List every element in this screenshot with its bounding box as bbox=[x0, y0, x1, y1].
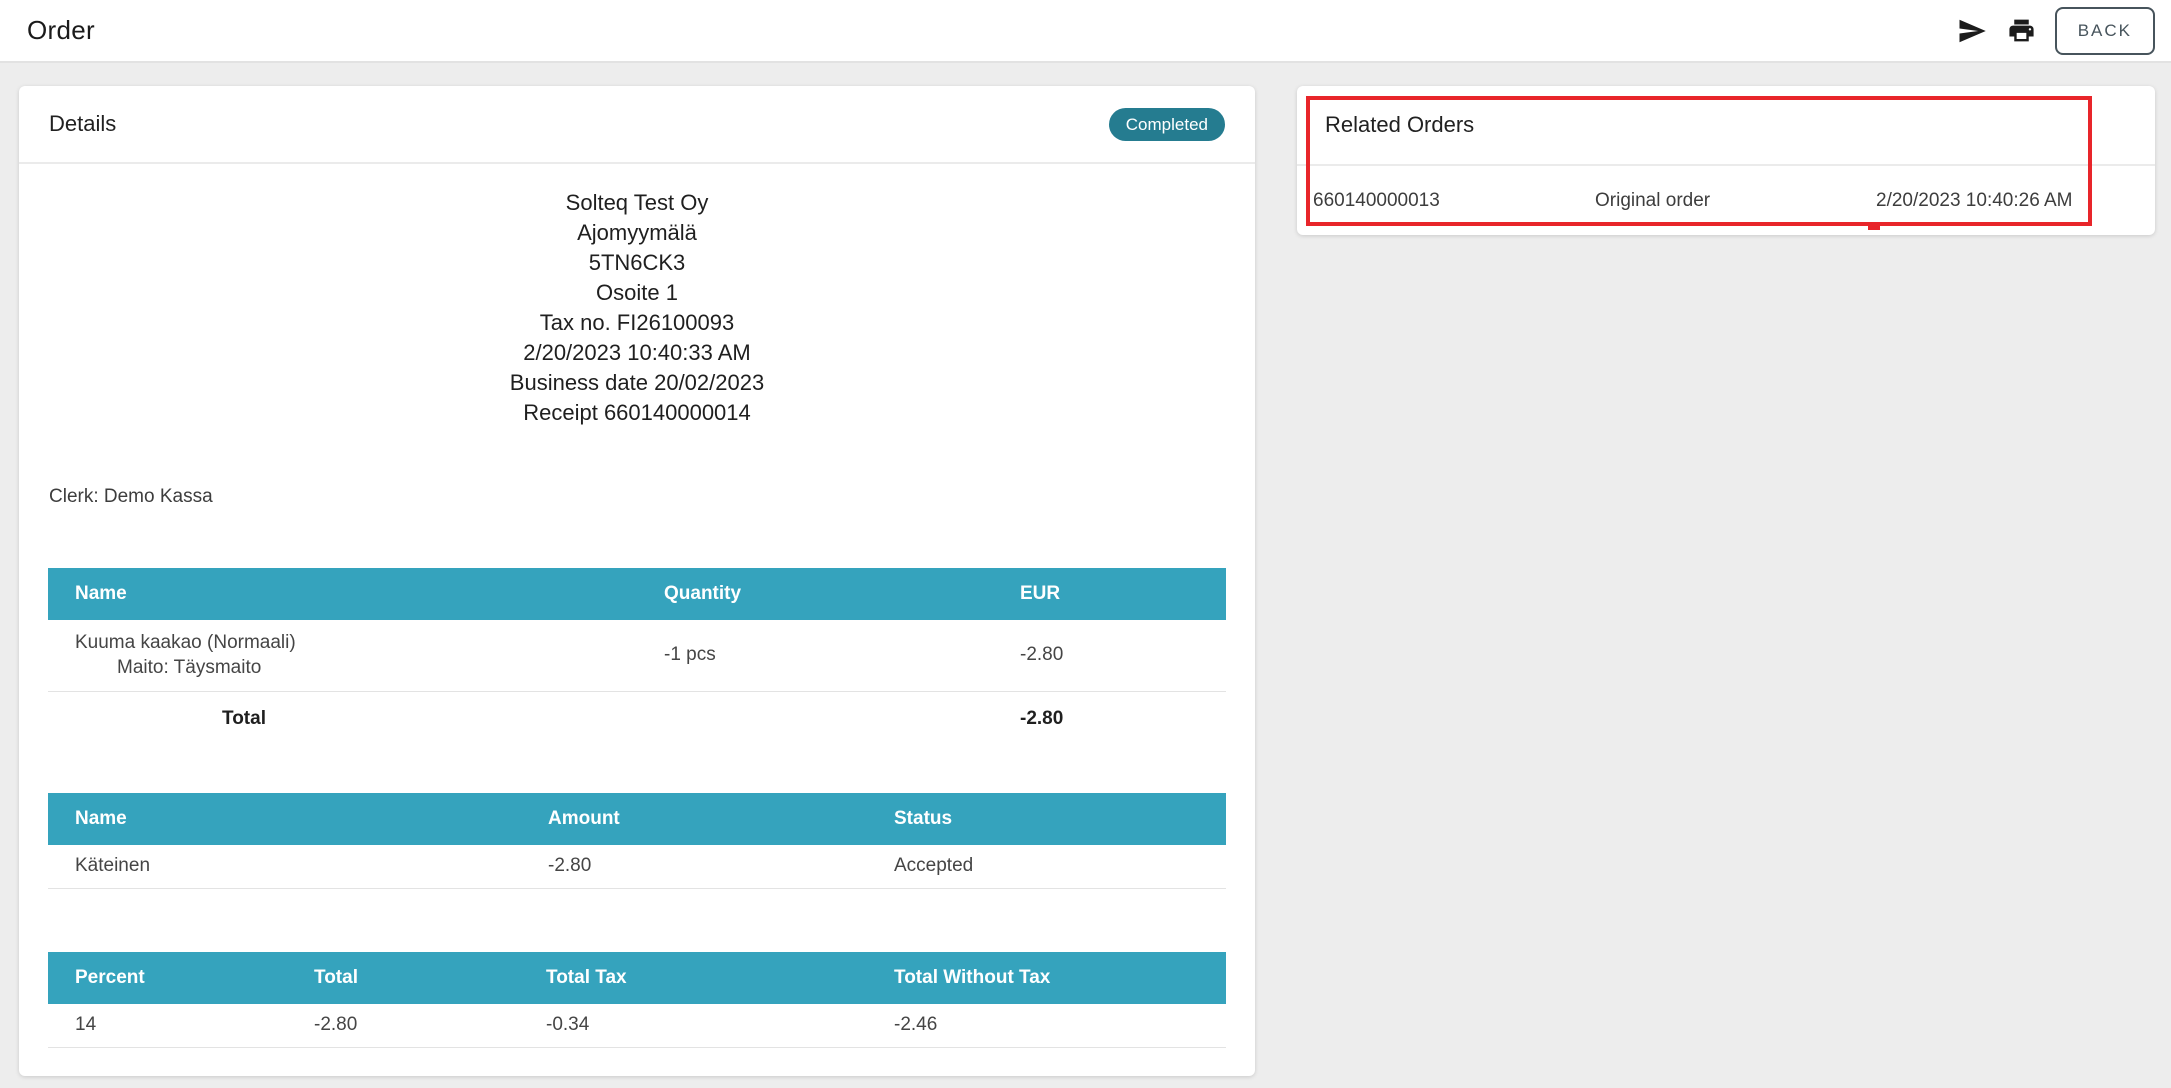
store-name: Solteq Test Oy bbox=[19, 188, 1255, 218]
related-orders-card: Related Orders 660140000013 Original ord… bbox=[1297, 86, 2155, 235]
related-order-type: Original order bbox=[1595, 190, 1876, 212]
items-total-label: Total bbox=[48, 691, 664, 747]
receipt-header-block: Solteq Test Oy Ajomyymälä 5TN6CK3 Osoite… bbox=[19, 188, 1255, 428]
order-details-card: Details Completed Solteq Test Oy Ajomyym… bbox=[19, 86, 1255, 1076]
item-name-cell: Kuuma kaakao (Normaali) Maito: Täysmaito bbox=[48, 620, 664, 691]
payments-table: Name Amount Status Käteinen -2.80 Accept… bbox=[48, 793, 1226, 889]
details-title: Details bbox=[49, 111, 116, 137]
top-bar: Order BACK bbox=[0, 0, 2171, 63]
payments-col-name: Name bbox=[48, 793, 548, 845]
payment-row: Käteinen -2.80 Accepted bbox=[48, 845, 1226, 888]
store-address: Osoite 1 bbox=[19, 278, 1255, 308]
store-code: 5TN6CK3 bbox=[19, 248, 1255, 278]
status-badge: Completed bbox=[1109, 108, 1225, 141]
clerk-line: Clerk: Demo Kassa bbox=[49, 486, 1255, 508]
items-col-name: Name bbox=[48, 568, 664, 620]
payments-table-header-row: Name Amount Status bbox=[48, 793, 1226, 845]
payment-name: Käteinen bbox=[48, 845, 548, 888]
tax-col-total-without-tax: Total Without Tax bbox=[894, 952, 1226, 1004]
item-modifier: Maito: Täysmaito bbox=[75, 655, 656, 680]
tax-col-percent: Percent bbox=[48, 952, 314, 1004]
related-order-row[interactable]: 660140000013 Original order 2/20/2023 10… bbox=[1297, 166, 2155, 235]
related-order-number: 660140000013 bbox=[1313, 190, 1595, 212]
item-eur: -2.80 bbox=[1020, 620, 1226, 691]
related-orders-header: Related Orders bbox=[1297, 86, 2155, 166]
related-orders-title: Related Orders bbox=[1325, 112, 1474, 138]
back-button[interactable]: BACK bbox=[2055, 7, 2155, 55]
topbar-actions: BACK bbox=[1955, 7, 2155, 55]
page-title: Order bbox=[27, 15, 95, 46]
printer-icon bbox=[2007, 16, 2036, 45]
tax-table-header-row: Percent Total Total Tax Total Without Ta… bbox=[48, 952, 1226, 1004]
items-col-eur: EUR bbox=[1020, 568, 1226, 620]
payments-col-amount: Amount bbox=[548, 793, 894, 845]
store-unit: Ajomyymälä bbox=[19, 218, 1255, 248]
item-name: Kuuma kaakao (Normaali) bbox=[75, 630, 656, 655]
tax-number: Tax no. FI26100093 bbox=[19, 308, 1255, 338]
related-order-timestamp: 2/20/2023 10:40:26 AM bbox=[1876, 190, 2155, 212]
receipt-number: Receipt 660140000014 bbox=[19, 398, 1255, 428]
tax-row: 14 -2.80 -0.34 -2.46 bbox=[48, 1004, 1226, 1048]
tax-total-without-tax: -2.46 bbox=[894, 1004, 1226, 1048]
item-quantity: -1 pcs bbox=[664, 620, 1020, 691]
items-table-header-row: Name Quantity EUR bbox=[48, 568, 1226, 620]
item-row: Kuuma kaakao (Normaali) Maito: Täysmaito… bbox=[48, 620, 1226, 691]
payments-col-status: Status bbox=[894, 793, 1226, 845]
items-total-row: Total -2.80 bbox=[48, 691, 1226, 747]
tax-col-total-tax: Total Tax bbox=[546, 952, 894, 1004]
items-col-quantity: Quantity bbox=[664, 568, 1020, 620]
tax-total-tax: -0.34 bbox=[546, 1004, 894, 1048]
details-card-header: Details Completed bbox=[19, 86, 1255, 164]
tax-col-total: Total bbox=[314, 952, 546, 1004]
main-content: Details Completed Solteq Test Oy Ajomyym… bbox=[0, 63, 2171, 1076]
tax-percent: 14 bbox=[48, 1004, 314, 1048]
tax-total: -2.80 bbox=[314, 1004, 546, 1048]
business-date: Business date 20/02/2023 bbox=[19, 368, 1255, 398]
items-total-value: -2.80 bbox=[1020, 691, 1226, 747]
print-button[interactable] bbox=[2005, 14, 2039, 48]
order-timestamp: 2/20/2023 10:40:33 AM bbox=[19, 338, 1255, 368]
items-table: Name Quantity EUR Kuuma kaakao (Normaali… bbox=[48, 568, 1226, 747]
payment-amount: -2.80 bbox=[548, 845, 894, 888]
send-icon bbox=[1957, 16, 1987, 46]
tax-table: Percent Total Total Tax Total Without Ta… bbox=[48, 952, 1226, 1049]
payment-status: Accepted bbox=[894, 845, 1226, 888]
send-button[interactable] bbox=[1955, 14, 1989, 48]
